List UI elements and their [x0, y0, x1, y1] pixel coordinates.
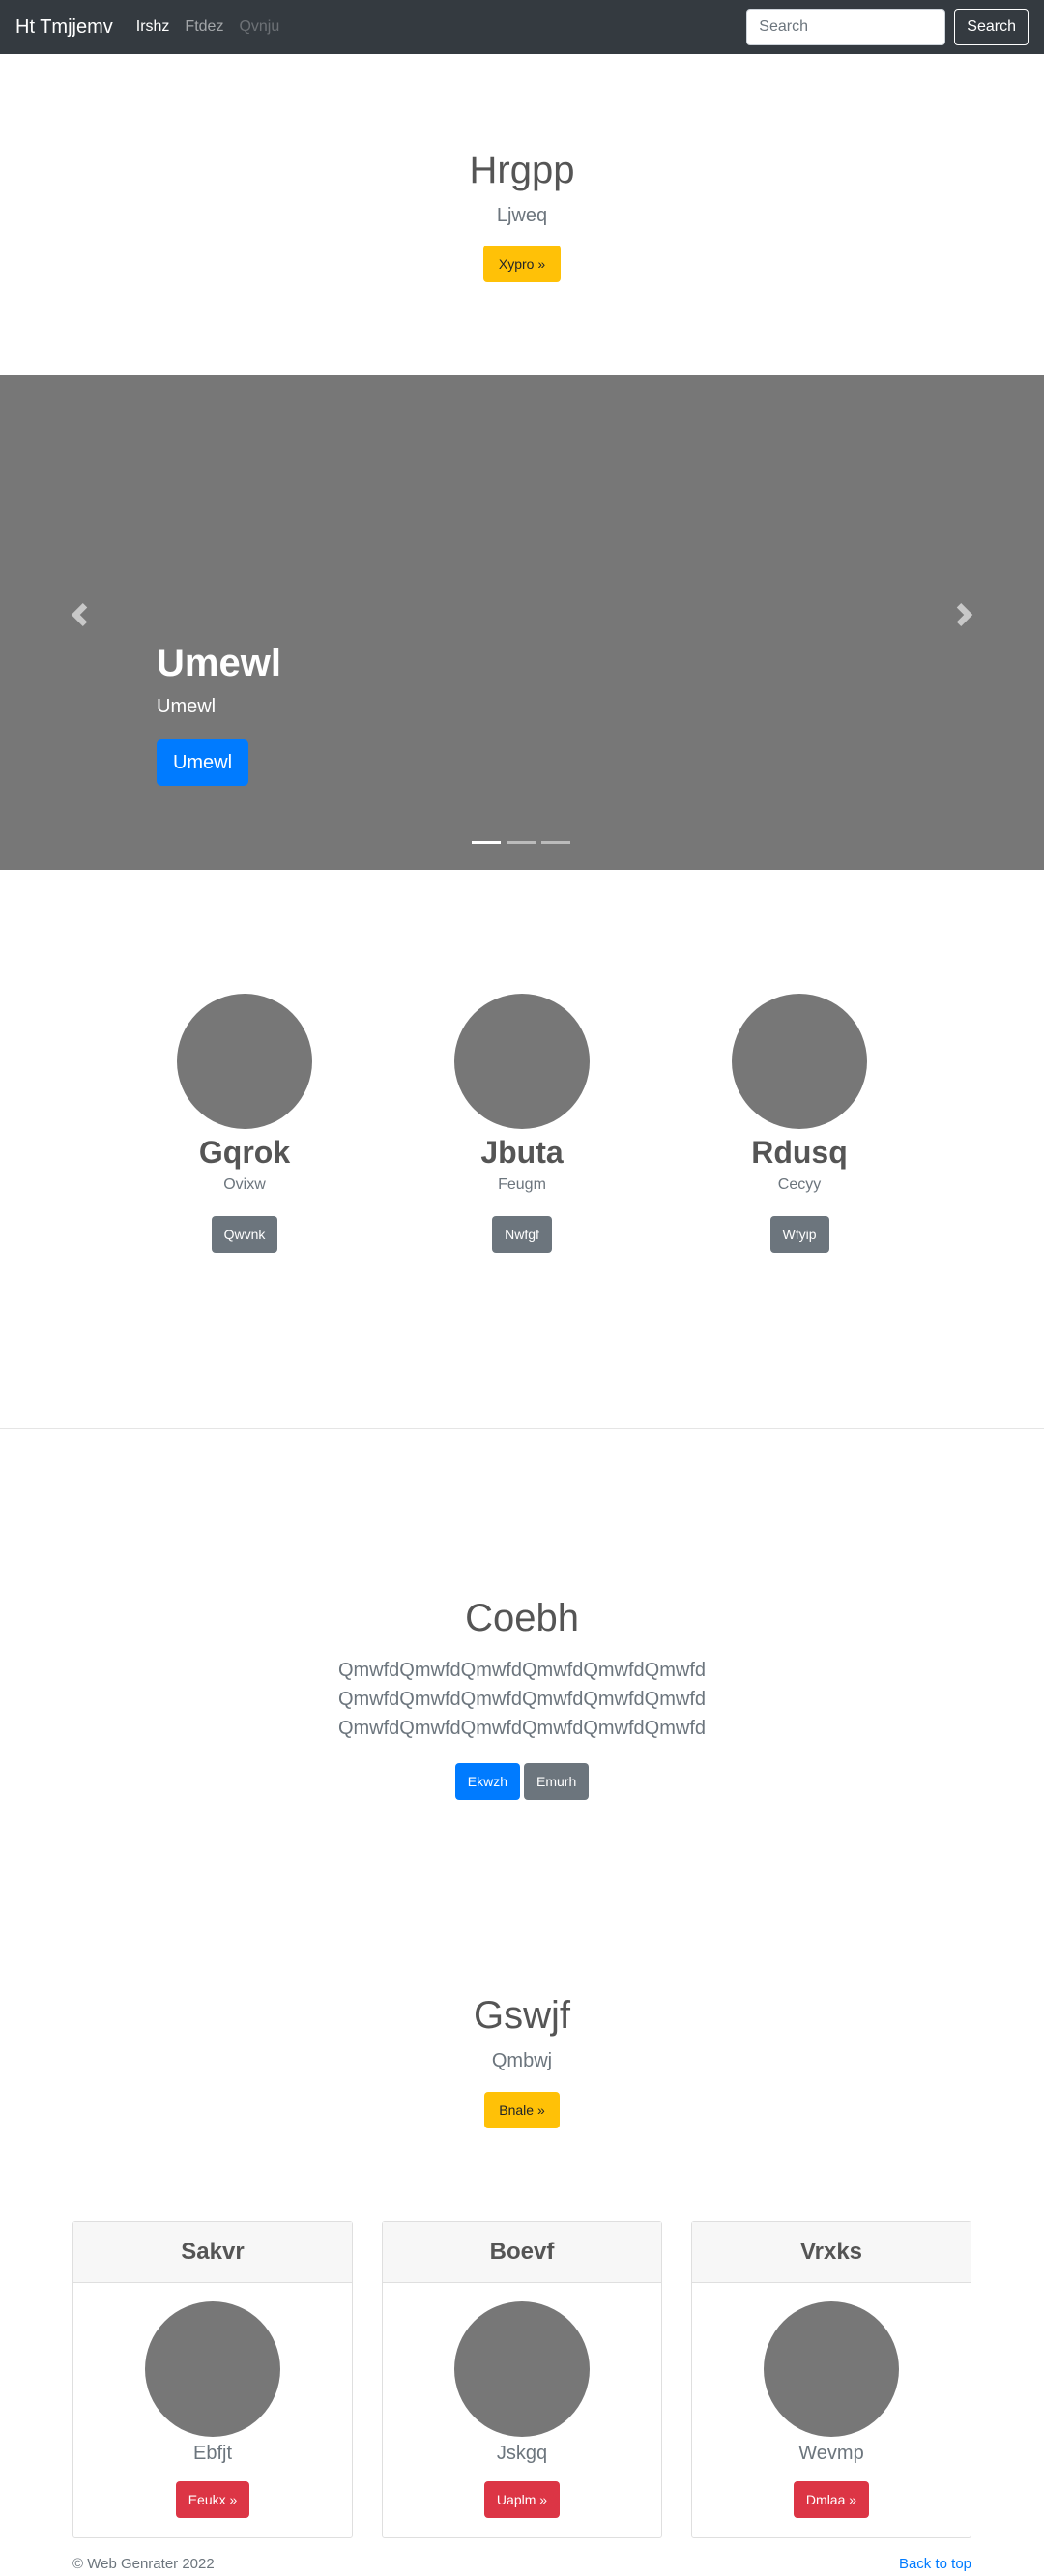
card-text: Jskgq [496, 2443, 548, 2464]
carousel-caption-title: Umewl [157, 642, 281, 684]
carousel-next-icon[interactable] [953, 603, 976, 626]
carousel-caption-text: Umewl [157, 696, 217, 717]
carousel-indicators [472, 841, 576, 844]
search-form: Search [746, 9, 1029, 45]
nav-link-2[interactable]: Ftdez [185, 18, 223, 36]
marketing-column: Gqrok Ovixw Qwvnk [148, 994, 341, 1253]
card-text: Wevmp [798, 2443, 864, 2464]
featurette-line: QmwfdQmwfdQmwfdQmwfdQmwfdQmwfd [337, 1718, 707, 1739]
footer-copyright: © Web Genrater 2022 [72, 2556, 215, 2572]
marketing-button[interactable]: Nwfgf [492, 1216, 552, 1253]
hero-button[interactable]: Xypro » [483, 246, 561, 282]
placeholder-image [177, 994, 312, 1129]
marketing-text: Ovixw [223, 1176, 266, 1193]
card-button[interactable]: Eeukx » [175, 2481, 250, 2518]
featurette-line: QmwfdQmwfdQmwfdQmwfdQmwfdQmwfd [337, 1689, 707, 1710]
marketing-heading: Gqrok [198, 1135, 291, 1170]
featurette-heading: Coebh [465, 1597, 579, 1639]
featurette-text: QmwfdQmwfdQmwfdQmwfdQmwfdQmwfd QmwfdQmwf… [0, 1656, 1044, 1743]
search-button[interactable]: Search [954, 9, 1029, 45]
jumbotron-title: Gswjf [474, 1994, 570, 2037]
featurette-divider [0, 1428, 1044, 1429]
card-header: Sakvr [73, 2222, 352, 2283]
card: Boevf Jskgq Uaplm » [382, 2221, 662, 2538]
card-text: Ebfjt [192, 2443, 233, 2464]
featurette-line: QmwfdQmwfdQmwfdQmwfdQmwfdQmwfd [337, 1660, 707, 1681]
featurette-buttons: Ekwzh Emurh [0, 1763, 1044, 1800]
marketing-text: Feugm [498, 1176, 546, 1193]
carousel-indicator-1[interactable] [472, 841, 501, 844]
jumbotron-button[interactable]: Bnale » [484, 2092, 560, 2128]
search-input[interactable] [746, 9, 946, 45]
navbar: Ht Tmjjemv Irshz Ftdez Qvnju Search [0, 0, 1044, 54]
carousel-caption-button[interactable]: Umewl [157, 739, 248, 786]
card-header: Boevf [383, 2222, 661, 2283]
card-header: Vrxks [692, 2222, 971, 2283]
placeholder-image [145, 2301, 280, 2437]
card-button[interactable]: Dmlaa » [793, 2481, 870, 2518]
marketing-column: Jbuta Feugm Nwfgf [425, 994, 619, 1253]
hero-jumbotron: Hrgpp Ljweq Xypro » [0, 54, 1044, 375]
featurette-secondary-button[interactable]: Emurh [524, 1763, 590, 1800]
placeholder-image [764, 2301, 899, 2437]
placeholder-image [454, 994, 590, 1129]
featurette-primary-button[interactable]: Ekwzh [454, 1763, 520, 1800]
back-to-top-link[interactable]: Back to top [899, 2556, 972, 2572]
carousel: Umewl Umewl Umewl [0, 375, 1044, 870]
marketing-button[interactable]: Wfyip [769, 1216, 829, 1253]
card-button[interactable]: Uaplm » [483, 2481, 561, 2518]
card: Vrxks Wevmp Dmlaa » [691, 2221, 972, 2538]
carousel-indicator-3[interactable] [541, 841, 570, 844]
nav-link-3-disabled: Qvnju [239, 18, 280, 35]
marketing-heading: Jbuta [480, 1135, 564, 1170]
placeholder-image [732, 994, 867, 1129]
marketing-button[interactable]: Qwvnk [211, 1216, 278, 1253]
carousel-indicator-2[interactable] [507, 841, 536, 844]
hero-title: Hrgpp [469, 149, 575, 191]
nav-link-1[interactable]: Irshz [136, 18, 170, 36]
placeholder-image [454, 2301, 590, 2437]
marketing-column: Rdusq Cecyy Wfyip [703, 994, 896, 1253]
carousel-prev-icon[interactable] [68, 603, 91, 626]
marketing-heading: Rdusq [751, 1135, 848, 1170]
jumbotron-subtitle: Qmbwj [491, 2050, 553, 2071]
hero-subtitle: Ljweq [496, 205, 548, 226]
card: Sakvr Ebfjt Eeukx » [72, 2221, 353, 2538]
navbar-brand[interactable]: Ht Tmjjemv [15, 16, 113, 39]
marketing-text: Cecyy [777, 1176, 822, 1193]
